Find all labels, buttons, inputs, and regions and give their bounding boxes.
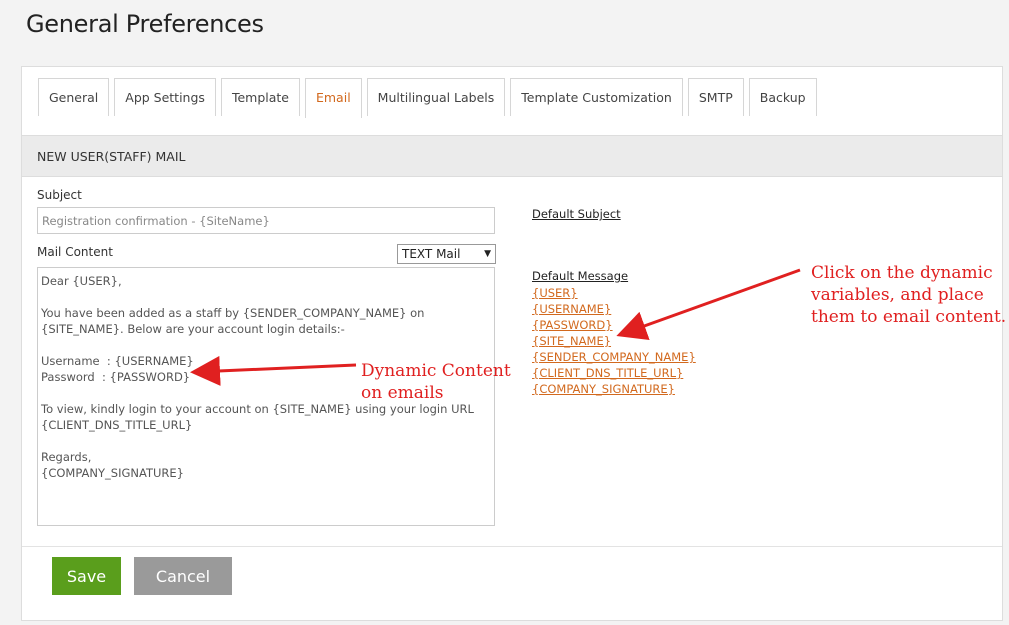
annotation-dynamic-content: Dynamic Content on emails bbox=[361, 361, 511, 403]
arrow-to-variables bbox=[616, 268, 801, 340]
arrow-to-dynamic-content bbox=[190, 355, 357, 386]
annotation-click-variables: Click on the dynamic variables, and plac… bbox=[811, 263, 1007, 327]
